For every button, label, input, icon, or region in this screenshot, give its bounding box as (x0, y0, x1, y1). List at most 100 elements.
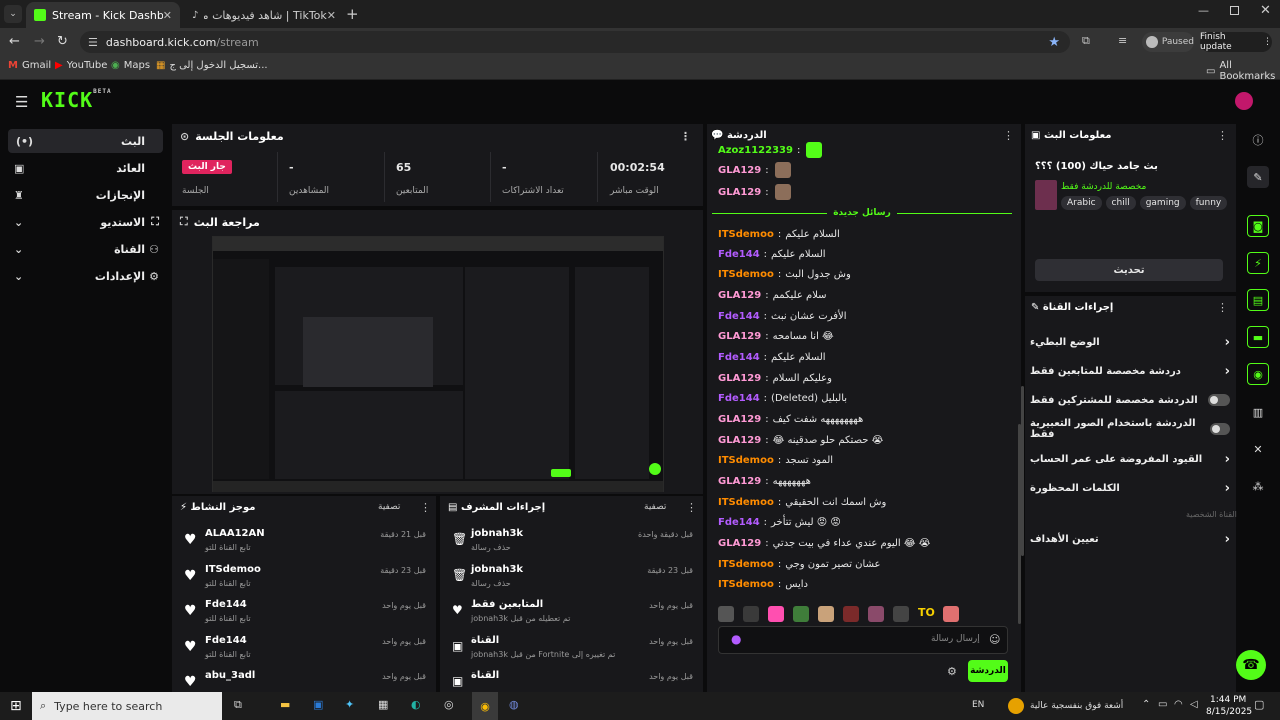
forward-icon[interactable]: → (34, 34, 45, 49)
modactions-filter-button[interactable]: تصفية (644, 502, 666, 512)
activity-username[interactable]: abu_3adl (205, 670, 255, 681)
chat-username[interactable]: ITSdemoo (718, 559, 774, 570)
mod-action-item[interactable]: ♥ المتابعين فقط تم تعطيله من قبل jobnah3k ق… (440, 597, 703, 629)
chat-message[interactable]: Fde144: بالبليل (Deleted) (718, 389, 1018, 407)
weather-widget[interactable]: أشعة فوق بنفسجية عالية (1008, 698, 1123, 714)
chat-message[interactable]: GLA129: وعليكم السلام (718, 369, 1018, 387)
media-controls-icon[interactable]: ≡ (1118, 34, 1127, 47)
all-bookmarks[interactable]: ▭ All Bookmarks (1206, 60, 1280, 82)
stream-preview-video[interactable] (212, 236, 664, 492)
chat-username[interactable]: Azoz1122339 (718, 145, 793, 156)
profile-paused-button[interactable]: Paused (1142, 32, 1194, 52)
users-icon[interactable]: ⁂ (1247, 475, 1269, 497)
chat-message[interactable]: Azoz1122339: (718, 141, 1018, 159)
chat-message[interactable]: Fde144: السلام عليكم (718, 348, 1018, 366)
chat-message[interactable]: GLA129: 😭 حصتكم حلو صدقينه 😂 (718, 431, 1018, 449)
emote-icon[interactable] (743, 606, 759, 622)
minimize-window-button[interactable]: — (1198, 4, 1209, 17)
taskbar-time[interactable]: 1:44 PM (1210, 695, 1246, 705)
activity-item[interactable]: ♥ Fde144 تابع القناة للتو قبل يوم واحد (172, 633, 436, 665)
chat-username[interactable]: GLA129 (718, 290, 761, 301)
chat-message[interactable]: Fde144: السلام عليكم (718, 245, 1018, 263)
emote-icon[interactable] (818, 606, 834, 622)
close-tab-icon[interactable]: ✕ (163, 9, 172, 22)
chat-username[interactable]: ITSdemoo (718, 497, 774, 508)
broadcast-icon[interactable]: ◉ (1247, 363, 1269, 385)
channel-action-row[interactable]: الوضع البطيء › (1030, 333, 1230, 351)
channel-action-row[interactable]: الكلمات المحظورة › (1030, 479, 1230, 497)
chat-username[interactable]: Fde144 (718, 517, 760, 528)
chat-message[interactable]: ITSdemoo: السلام عليكم (718, 225, 1018, 243)
chat-username[interactable]: ITSdemoo (718, 229, 774, 240)
emote-icon[interactable] (943, 606, 959, 622)
close-window-button[interactable]: ✕ (1260, 3, 1271, 18)
tab-tiktok[interactable]: ♪ TikTok | شاهد فيديوهات متصدرة ✕ (184, 2, 344, 28)
activity-filter-button[interactable]: تصفية (378, 502, 400, 512)
chat-username[interactable]: ITSdemoo (718, 579, 774, 590)
nav-stream[interactable]: البث (•) (8, 129, 163, 153)
chat-username[interactable]: GLA129 (718, 331, 761, 342)
chat-username[interactable]: Fde144 (718, 311, 760, 322)
chat-username[interactable]: ITSdemoo (718, 269, 774, 280)
bookmark-maps[interactable]: ◉ Maps (111, 60, 150, 71)
chat-message[interactable]: ITSdemoo: دايس (718, 575, 1018, 593)
activity-username[interactable]: Fde144 (205, 599, 247, 610)
extensions-icon[interactable]: ⧉ (1082, 34, 1090, 48)
emote-icon[interactable] (793, 606, 809, 622)
mod-action-item[interactable]: 🗑 jobnah3k حذف رسالة قبل دقيقة واحدة (440, 526, 703, 558)
chat-username[interactable]: GLA129 (718, 373, 761, 384)
nav-channel[interactable]: القناة ⌄ ⚇ (8, 237, 163, 261)
chat-input[interactable]: ☺ إرسال رسالة ● (718, 626, 1008, 654)
more-vert-icon[interactable]: ⋮ (686, 501, 697, 514)
kick-logo[interactable]: KICKBETA (41, 88, 112, 112)
chat-message[interactable]: GLA129: (718, 161, 1018, 179)
voice-icon[interactable]: ● (731, 632, 741, 646)
taskbar-search-input[interactable]: ⌕ Type here to search (32, 692, 222, 720)
nav-studio[interactable]: الاستديو ⌄ ⛶ (8, 210, 163, 234)
queue-icon[interactable]: ▥ (1247, 401, 1269, 423)
emote-icon[interactable] (868, 606, 884, 622)
tag-chip[interactable]: chill (1105, 196, 1136, 210)
emoji-icon[interactable]: ☺ (989, 633, 1000, 646)
new-tab-button[interactable]: + (346, 5, 359, 23)
bookmark-star-icon[interactable]: ★ (1048, 35, 1060, 50)
chat-message[interactable]: ITSdemoo: عشان تصير تمون وجي (718, 555, 1018, 573)
reload-icon[interactable]: ↻ (57, 34, 68, 49)
discord-icon[interactable]: ◍ (509, 698, 519, 711)
close-tab-icon[interactable]: ✕ (327, 9, 336, 22)
windows-start-icon[interactable]: ⊞ (10, 698, 22, 714)
channel-action-row[interactable]: الدردشة باستخدام الصور التعبيرية فقط (1030, 418, 1230, 440)
network-icon[interactable]: ▭ (1158, 699, 1167, 710)
toggle-switch[interactable] (1208, 394, 1230, 406)
emote-icon[interactable] (843, 606, 859, 622)
send-chat-button[interactable]: الدردشة (968, 660, 1008, 682)
toggle-switch[interactable] (1209, 423, 1230, 435)
activity-item[interactable]: ♥ ALAA12AN تابع القناة للتو قبل 21 دقيقة (172, 526, 436, 558)
chat-message[interactable]: ITSdemoo: وش اسمك انت الحقيقي (718, 493, 1018, 511)
activity-item[interactable]: ♥ Fde144 تابع القناة للتو قبل يوم واحد (172, 597, 436, 629)
support-chat-button[interactable]: ☎ (1236, 650, 1266, 680)
chat-message[interactable]: GLA129: (718, 183, 1018, 201)
activity-item[interactable]: ♥ ITSdemoo تابع القناة للتو قبل 23 دقيقة (172, 562, 436, 594)
tray-chevron-up-icon[interactable]: ⌃ (1142, 699, 1150, 710)
chat-message[interactable]: ITSdemoo: المود تسجد (718, 451, 1018, 469)
more-vert-icon[interactable]: ⋮ (1217, 301, 1228, 314)
edge-icon[interactable]: ◐ (411, 698, 421, 711)
document-icon[interactable]: ▤ (1247, 289, 1269, 311)
activity-username[interactable]: Fde144 (205, 635, 247, 646)
language-indicator[interactable]: EN (972, 700, 984, 710)
chat-message[interactable]: ITSdemoo: وش جدول البث (718, 265, 1018, 283)
finish-update-button[interactable]: Finish update ⋮ (1200, 32, 1272, 52)
channel-action-row[interactable]: القيود المفروضة على عمر الحساب › (1030, 450, 1230, 468)
notifications-icon[interactable]: ▢ (1254, 698, 1264, 711)
nav-achievements[interactable]: الإنجازات ♜ (8, 183, 163, 207)
camera-icon[interactable]: ◙ (1247, 215, 1269, 237)
url-field[interactable]: ☰ dashboard.kick.com/stream ★ (80, 31, 1070, 53)
site-info-icon[interactable]: ☰ (88, 36, 98, 49)
tag-chip[interactable]: funny (1189, 196, 1228, 210)
lightning-icon[interactable]: ⚡ (1247, 252, 1269, 274)
chrome-icon[interactable]: ◉ (472, 692, 498, 720)
outlook-icon[interactable]: ▣ (313, 698, 323, 711)
channel-action-row[interactable]: دردشة مخصصة للمتابعين فقط › (1030, 362, 1230, 380)
tag-chip[interactable]: Arabic (1061, 196, 1102, 210)
